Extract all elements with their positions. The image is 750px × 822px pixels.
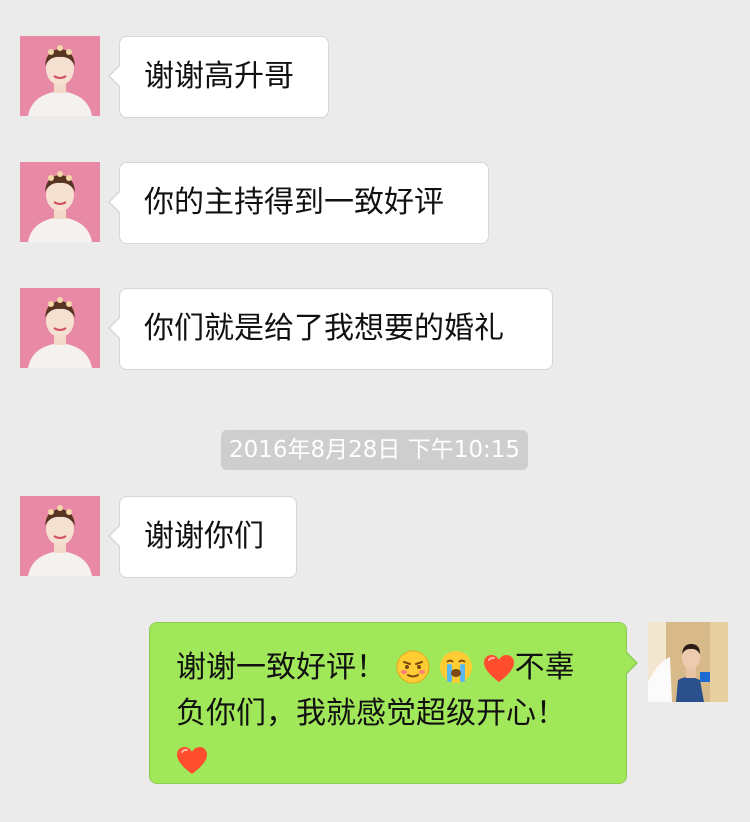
heart-icon	[483, 654, 515, 684]
avatar-image	[20, 496, 100, 576]
incoming-message-bubble[interactable]: 你们就是给了我想要的婚礼	[108, 288, 553, 370]
avatar-image	[20, 36, 100, 116]
message-text: 谢谢高升哥	[144, 59, 294, 94]
contact-avatar[interactable]	[20, 162, 100, 242]
incoming-message-bubble[interactable]: 谢谢高升哥	[108, 36, 329, 118]
incoming-message-bubble[interactable]: 谢谢你们	[108, 496, 297, 578]
user-avatar[interactable]	[648, 622, 728, 702]
contact-avatar[interactable]	[20, 288, 100, 368]
message-text: 你们就是给了我想要的婚礼	[144, 311, 504, 346]
incoming-message-bubble[interactable]: 你的主持得到一致好评	[108, 162, 489, 244]
message-timestamp: 2016年8月28日 下午10:15	[221, 430, 528, 470]
message-text: 你的主持得到一致好评	[144, 185, 444, 220]
avatar-image	[20, 162, 100, 242]
avatar-image	[20, 288, 100, 368]
message-text-part: 谢谢一致好评！	[176, 650, 386, 685]
outgoing-message-bubble[interactable]: 谢谢一致好评！ 不辜负你们，我就感觉超级开心！	[149, 622, 638, 784]
message-text: 谢谢你们	[144, 519, 264, 554]
embarrassed-smile-icon	[396, 650, 430, 684]
contact-avatar[interactable]	[20, 496, 100, 576]
avatar-image	[648, 622, 728, 702]
contact-avatar[interactable]	[20, 36, 100, 116]
crying-icon	[440, 651, 473, 683]
heart-icon	[176, 746, 208, 776]
